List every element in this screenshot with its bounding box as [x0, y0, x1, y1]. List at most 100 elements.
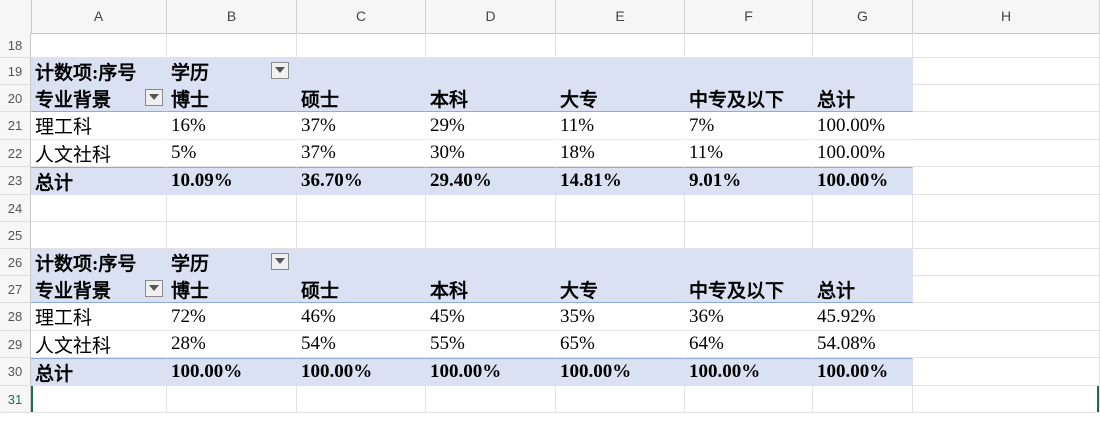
cell-b20[interactable]: 博士	[167, 85, 297, 112]
cell-e24[interactable]	[556, 195, 685, 222]
cell-a28[interactable]: 理工科	[31, 303, 167, 331]
cell-f20[interactable]: 中专及以下	[685, 85, 813, 112]
cell-e23[interactable]: 14.81%	[556, 167, 685, 195]
row-header[interactable]: 27	[0, 276, 31, 303]
cell-f28[interactable]: 36%	[685, 303, 813, 331]
cell-e19[interactable]	[556, 58, 685, 85]
cell-d26[interactable]	[426, 249, 556, 276]
cell-a19[interactable]: 计数项:序号	[31, 58, 167, 85]
cell-b27[interactable]: 博士	[167, 276, 297, 303]
row-header[interactable]: 28	[0, 303, 31, 331]
cell-g18[interactable]	[813, 33, 913, 58]
cell-a29[interactable]: 人文社科	[31, 331, 167, 358]
cell-c28[interactable]: 46%	[297, 303, 426, 331]
column-header-g[interactable]: G	[813, 0, 913, 33]
cell-f18[interactable]	[685, 33, 813, 58]
cell-a30[interactable]: 总计	[31, 358, 167, 386]
cell-a24[interactable]	[31, 195, 167, 222]
cell-f26[interactable]	[685, 249, 813, 276]
cell-h18[interactable]	[913, 33, 1100, 58]
cell-b30[interactable]: 100.00%	[167, 358, 297, 386]
cell-c30[interactable]: 100.00%	[297, 358, 426, 386]
column-header-f[interactable]: F	[685, 0, 813, 33]
cell-h20[interactable]	[913, 85, 1100, 112]
cell-a20[interactable]: 专业背景	[31, 85, 167, 112]
row-header[interactable]: 26	[0, 249, 31, 276]
cell-b22[interactable]: 5%	[167, 140, 297, 167]
cell-e21[interactable]: 11%	[556, 112, 685, 140]
row-header[interactable]: 25	[0, 222, 31, 249]
cell-b19[interactable]: 学历	[167, 58, 297, 85]
cell-g21[interactable]: 100.00%	[813, 112, 913, 140]
cell-d29[interactable]: 55%	[426, 331, 556, 358]
cell-e22[interactable]: 18%	[556, 140, 685, 167]
cell-d18[interactable]	[426, 33, 556, 58]
cell-b21[interactable]: 16%	[167, 112, 297, 140]
cell-e27[interactable]: 大专	[556, 276, 685, 303]
cell-h22[interactable]	[913, 140, 1100, 167]
row-header[interactable]: 22	[0, 140, 31, 167]
column-header-a[interactable]: A	[31, 0, 167, 33]
cell-e18[interactable]	[556, 33, 685, 58]
cell-a21[interactable]: 理工科	[31, 112, 167, 140]
cell-h30[interactable]	[913, 358, 1100, 386]
row-header[interactable]: 30	[0, 358, 31, 386]
cell-f29[interactable]: 64%	[685, 331, 813, 358]
column-header-d[interactable]: D	[426, 0, 556, 33]
row-header[interactable]: 21	[0, 112, 31, 140]
select-all-corner[interactable]	[0, 0, 32, 33]
cell-g26[interactable]	[813, 249, 913, 276]
row-header[interactable]: 19	[0, 58, 31, 85]
row-header[interactable]: 24	[0, 195, 31, 222]
cell-b26[interactable]: 学历	[167, 249, 297, 276]
cell-a27[interactable]: 专业背景	[31, 276, 167, 303]
cell-f23[interactable]: 9.01%	[685, 167, 813, 195]
cell-g27[interactable]: 总计	[813, 276, 913, 303]
cell-c21[interactable]: 37%	[297, 112, 426, 140]
cell-h26[interactable]	[913, 249, 1100, 276]
cell-b25[interactable]	[167, 222, 297, 249]
cell-a25[interactable]	[31, 222, 167, 249]
cell-h27[interactable]	[913, 276, 1100, 303]
column-header-b[interactable]: B	[167, 0, 297, 33]
row-header[interactable]: 18	[0, 33, 31, 58]
cell-c18[interactable]	[297, 33, 426, 58]
filter-dropdown-button[interactable]	[271, 253, 289, 270]
cell-h24[interactable]	[913, 195, 1100, 222]
filter-dropdown-button[interactable]	[271, 62, 289, 79]
cell-b23[interactable]: 10.09%	[167, 167, 297, 195]
cell-d20[interactable]: 本科	[426, 85, 556, 112]
cell-g24[interactable]	[813, 195, 913, 222]
cell-c26[interactable]	[297, 249, 426, 276]
cell-d19[interactable]	[426, 58, 556, 85]
cell-e29[interactable]: 65%	[556, 331, 685, 358]
cell-e30[interactable]: 100.00%	[556, 358, 685, 386]
cell-d23[interactable]: 29.40%	[426, 167, 556, 195]
cell-h21[interactable]	[913, 112, 1100, 140]
cell-f27[interactable]: 中专及以下	[685, 276, 813, 303]
cell-f19[interactable]	[685, 58, 813, 85]
cell-a23[interactable]: 总计	[31, 167, 167, 195]
cell-c27[interactable]: 硕士	[297, 276, 426, 303]
row-header[interactable]: 31	[0, 386, 31, 413]
cell-f21[interactable]: 7%	[685, 112, 813, 140]
cell-g25[interactable]	[813, 222, 913, 249]
cell-b29[interactable]: 28%	[167, 331, 297, 358]
cell-f30[interactable]: 100.00%	[685, 358, 813, 386]
cell-c24[interactable]	[297, 195, 426, 222]
cell-b18[interactable]	[167, 33, 297, 58]
column-header-c[interactable]: C	[297, 0, 426, 33]
cell-c29[interactable]: 54%	[297, 331, 426, 358]
cell-a18[interactable]	[31, 33, 167, 58]
cell-f24[interactable]	[685, 195, 813, 222]
cell-a22[interactable]: 人文社科	[31, 140, 167, 167]
cell-d28[interactable]: 45%	[426, 303, 556, 331]
cell-g30[interactable]: 100.00%	[813, 358, 913, 386]
cell-h25[interactable]	[913, 222, 1100, 249]
cell-g22[interactable]: 100.00%	[813, 140, 913, 167]
cell-a26[interactable]: 计数项:序号	[31, 249, 167, 276]
cell-g28[interactable]: 45.92%	[813, 303, 913, 331]
cell-e20[interactable]: 大专	[556, 85, 685, 112]
cell-d22[interactable]: 30%	[426, 140, 556, 167]
column-header-e[interactable]: E	[556, 0, 685, 33]
